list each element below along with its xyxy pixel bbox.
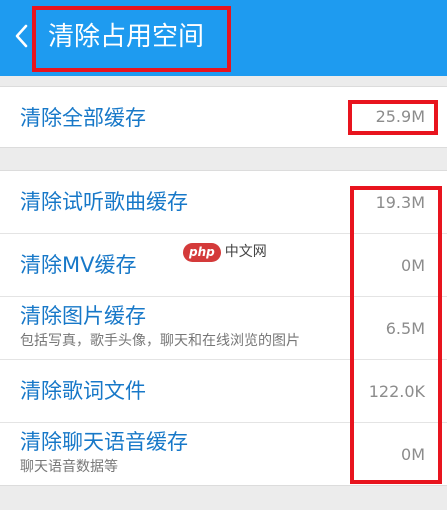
chevron-left-icon <box>15 24 28 48</box>
cache-list-card: 清除试听歌曲缓存 19.3M 清除MV缓存 0M 清除图片缓存 包括写真，歌手头… <box>0 170 447 486</box>
voice-chat-cache-size: 0M <box>401 445 425 464</box>
mv-cache-size: 0M <box>401 256 425 275</box>
clear-all-card: 清除全部缓存 25.9M <box>0 86 447 148</box>
clear-voice-chat-subtitle: 聊天语音数据等 <box>20 459 118 475</box>
images-cache-size: 6.5M <box>385 319 425 338</box>
clear-mv-label: 清除MV缓存 <box>20 253 137 277</box>
clear-images-row[interactable]: 清除图片缓存 包括写真，歌手头像，聊天和在线浏览的图片 6.5M <box>0 296 447 359</box>
clear-storage-page: 清除占用空间 清除全部缓存 25.9M 清除试听歌曲缓存 19.3M 清除MV缓… <box>0 0 447 510</box>
clear-mv-row[interactable]: 清除MV缓存 0M <box>0 233 447 296</box>
page-title: 清除占用空间 <box>48 22 205 52</box>
clear-lyrics-row[interactable]: 清除歌词文件 122.0K <box>0 359 447 422</box>
clear-all-cache-label: 清除全部缓存 <box>20 106 146 130</box>
app-header: 清除占用空间 <box>0 0 447 76</box>
clear-trial-songs-row[interactable]: 清除试听歌曲缓存 19.3M <box>0 171 447 233</box>
trial-songs-size: 19.3M <box>375 193 425 212</box>
clear-all-cache-size: 25.9M <box>375 107 425 126</box>
clear-images-label: 清除图片缓存 <box>20 304 146 328</box>
clear-lyrics-label: 清除歌词文件 <box>20 379 146 403</box>
back-button[interactable] <box>10 18 36 54</box>
clear-trial-songs-label: 清除试听歌曲缓存 <box>20 190 188 214</box>
clear-all-cache-row[interactable]: 清除全部缓存 25.9M <box>0 87 447 147</box>
clear-voice-chat-label: 清除聊天语音缓存 <box>20 430 188 454</box>
clear-voice-chat-row[interactable]: 清除聊天语音缓存 聊天语音数据等 0M <box>0 422 447 485</box>
clear-images-subtitle: 包括写真，歌手头像，聊天和在线浏览的图片 <box>20 333 300 349</box>
lyrics-size: 122.0K <box>368 382 425 401</box>
